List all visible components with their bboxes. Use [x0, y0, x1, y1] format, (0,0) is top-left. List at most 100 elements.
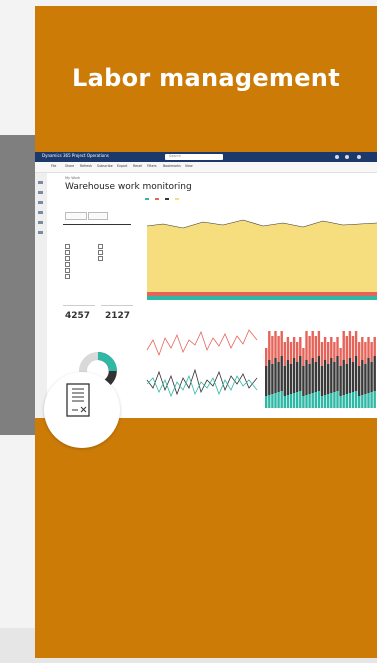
bar-segment: [280, 356, 283, 391]
checkbox: [65, 262, 70, 267]
bar-segment: [265, 366, 268, 396]
bar-segment: [292, 358, 296, 393]
bar-segment: [286, 360, 290, 395]
bar-segment: [361, 395, 364, 408]
bar-segment: [373, 391, 376, 408]
bar-segment: [333, 392, 336, 408]
star-icon: [38, 191, 43, 194]
cmd-view: View: [185, 164, 193, 168]
bar-segment: [299, 356, 302, 391]
nav-rail: [35, 173, 47, 418]
bar-segment: [286, 337, 290, 360]
bar-segment: [268, 395, 271, 408]
bar-segment: [311, 358, 314, 393]
checkbox: [65, 250, 70, 255]
bar-segment: [345, 336, 348, 364]
bar-segment: [305, 331, 308, 360]
app-name: Dynamics 365 Project Operations: [42, 153, 109, 158]
bar-segment: [271, 336, 274, 364]
bar-segment: [308, 336, 311, 364]
bar-segment: [320, 396, 324, 408]
date-slider: [63, 224, 131, 225]
bar-segment: [283, 396, 286, 408]
cmd-refresh: Refresh: [80, 164, 93, 168]
bar-segment: [268, 360, 271, 395]
kpi-value: 2127: [105, 311, 131, 321]
bar-segment: [364, 364, 367, 394]
kpi-value: 4257: [65, 311, 91, 321]
bar-segment: [305, 395, 308, 408]
bar-segment: [339, 348, 342, 366]
cmd-reset: Reset: [133, 164, 142, 168]
bar-segment: [280, 331, 283, 356]
clock-icon: [38, 201, 43, 204]
bar-segment: [345, 364, 348, 394]
bar-segment: [292, 393, 296, 408]
bar-segment: [354, 331, 358, 356]
bar-segment: [330, 337, 333, 358]
bar-segment: [367, 337, 370, 358]
cmd-share: Share: [65, 164, 75, 168]
area-legend: [145, 198, 179, 200]
bar-segment: [305, 360, 308, 395]
bar-segment: [345, 394, 348, 408]
bar-segment: [336, 391, 339, 408]
bar-segment: [364, 394, 367, 408]
checkbox: [98, 244, 103, 249]
bar-segment: [299, 391, 302, 408]
kpi-divider: [101, 305, 133, 306]
bar-segment: [289, 394, 293, 408]
bar-segment: [268, 331, 271, 360]
bar-segment: [364, 342, 367, 364]
app-topbar: Dynamics 365 Project Operations Search: [35, 152, 377, 162]
bar-segment: [265, 396, 268, 408]
bar-segment: [373, 356, 376, 391]
bar-segment: [339, 366, 342, 396]
apps-icon: [38, 211, 43, 214]
page-title: Warehouse work monitoring: [65, 182, 192, 192]
area-chart: [145, 198, 377, 300]
bar-segment: [370, 342, 373, 362]
bar-segment: [283, 366, 286, 396]
bar-segment: [327, 364, 330, 394]
cmd-subscribe: Subscribe: [97, 164, 113, 168]
search-box: Search: [165, 154, 223, 160]
side-panel: [0, 135, 40, 435]
bar-segment: [289, 342, 293, 364]
bar-segment: [286, 395, 290, 408]
bar-segment: [277, 392, 280, 408]
bar-segment: [351, 392, 355, 408]
labor-management-card[interactable]: Labor management Dynamics 365 Project Op…: [35, 6, 377, 658]
bar-segment: [317, 391, 321, 408]
bar-segment: [348, 393, 352, 408]
bar-segment: [367, 358, 370, 393]
bar-segment: [302, 396, 305, 408]
bar-segment: [370, 392, 373, 408]
checkbox: [65, 274, 70, 279]
workspace-icon: [38, 221, 43, 224]
bar-segment: [314, 392, 317, 408]
bar-segment: [274, 393, 277, 408]
bar-segment: [317, 331, 321, 356]
bar-segment: [271, 394, 274, 408]
bar-segment: [274, 358, 277, 393]
bar-segment: [320, 342, 324, 366]
bar-segment: [342, 360, 345, 395]
line-chart: [146, 329, 258, 398]
document-cancel-icon: [66, 383, 90, 417]
bar-segment: [296, 392, 299, 408]
bar-segment: [277, 362, 280, 392]
bar-segment: [348, 331, 352, 358]
stacked-bar-chart: [265, 331, 376, 408]
settings-icon: [335, 155, 339, 159]
bar-segment: [358, 366, 361, 396]
bar-segment: [354, 356, 358, 391]
bar-segment: [265, 348, 268, 366]
bar-segment: [333, 342, 336, 362]
bar-segment: [358, 342, 361, 366]
card-title: Labor management: [72, 64, 340, 92]
bar-segment: [370, 362, 373, 392]
bar-segment: [348, 358, 352, 393]
bar-segment: [308, 364, 311, 394]
bar-segment: [330, 393, 333, 408]
